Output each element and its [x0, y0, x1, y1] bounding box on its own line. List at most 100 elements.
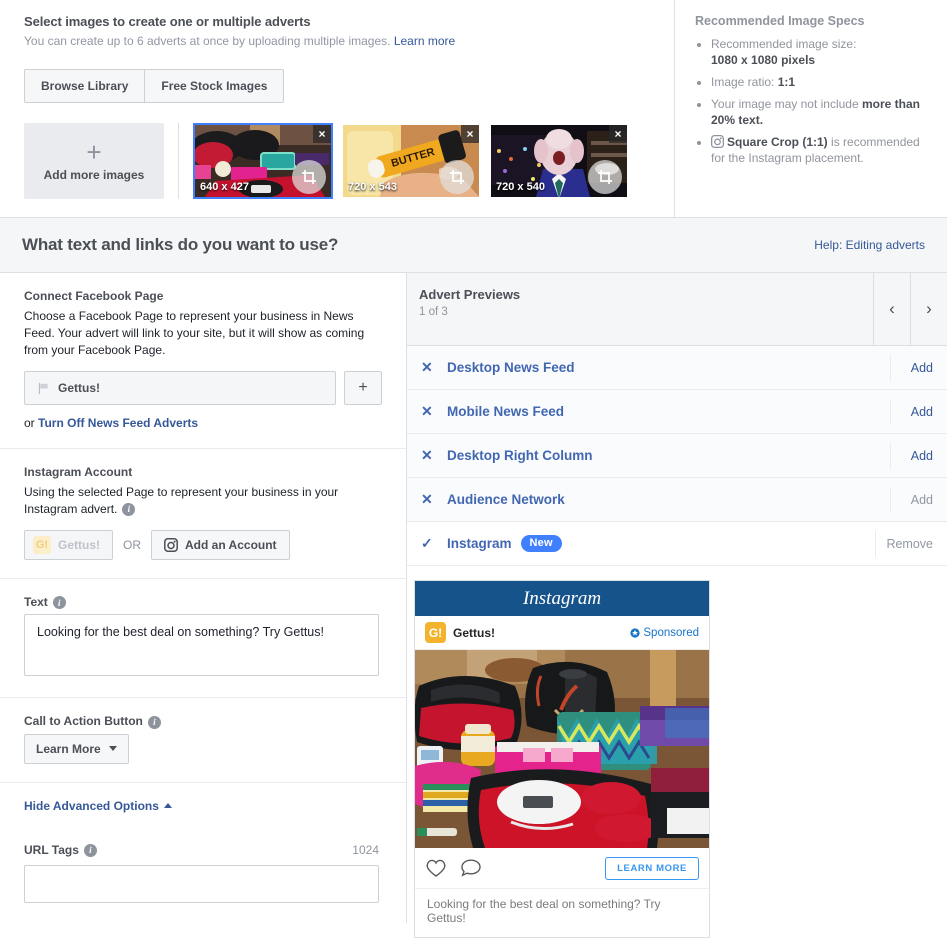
- instagram-icon: [711, 135, 724, 148]
- instagram-account-row: G! Gettus! OR Add an Account: [24, 530, 382, 560]
- placement-remove-button[interactable]: Remove: [875, 530, 947, 557]
- instagram-account-name: Gettus!: [453, 625, 495, 640]
- cross-icon: ✕: [421, 447, 433, 463]
- url-tags-label-row: URL Tags i: [24, 843, 97, 857]
- crop-icon[interactable]: [292, 160, 326, 194]
- advert-previews-title: Advert Previews: [419, 287, 521, 302]
- facebook-page-select[interactable]: Gettus!: [24, 371, 336, 405]
- sponsored-icon: [630, 627, 640, 638]
- advert-text-input[interactable]: [24, 614, 379, 677]
- placement-row-desktop-right-column[interactable]: ✕ Desktop Right Column Add: [407, 434, 947, 478]
- crop-icon[interactable]: [588, 160, 622, 194]
- advanced-options-block: Hide Advanced Options URL Tags i 1024: [0, 783, 406, 921]
- cta-label-row: Call to Action Button i: [24, 714, 382, 729]
- call-to-action-dropdown[interactable]: Learn More: [24, 733, 129, 764]
- advert-photo: [415, 650, 709, 848]
- learn-more-link[interactable]: Learn more: [394, 34, 455, 48]
- placement-label: Desktop Right Column: [447, 448, 593, 463]
- url-tags-input[interactable]: [24, 864, 379, 903]
- placement-add-button[interactable]: Add: [890, 486, 947, 513]
- spec-ratio-text: Image ratio:: [711, 75, 778, 89]
- thumbnail-dimensions: 720 x 543: [348, 181, 397, 193]
- instagram-glyph: [711, 135, 724, 148]
- page-title: Select images to create one or multiple …: [24, 14, 311, 29]
- placement-add-button[interactable]: Add: [890, 354, 947, 381]
- placement-add-button[interactable]: Add: [890, 398, 947, 425]
- instagram-card-user-row: G! Gettus! Sponsored: [415, 616, 709, 650]
- content-split: Connect Facebook Page Choose a Facebook …: [0, 273, 947, 938]
- instagram-account-description: Using the selected Page to represent you…: [24, 484, 382, 518]
- previous-preview-button[interactable]: ‹: [873, 273, 910, 345]
- thumbnail-item[interactable]: × 720 x 540: [489, 123, 629, 199]
- info-icon[interactable]: i: [147, 715, 161, 729]
- add-more-images-button[interactable]: + Add more images: [24, 123, 164, 199]
- facebook-page-row: Gettus! +: [24, 371, 382, 405]
- ad-creation-page: Select images to create one or multiple …: [0, 0, 947, 938]
- advert-previews-title-group: Advert Previews 1 of 3: [407, 273, 873, 345]
- instagram-learn-more-button[interactable]: LEARN MORE: [605, 856, 699, 880]
- thumbnail-item[interactable]: × 640 x 427: [193, 123, 333, 199]
- placement-add-button[interactable]: Add: [890, 442, 947, 469]
- add-an-account-label: Add an Account: [185, 538, 277, 552]
- instagram-card-header: Instagram: [415, 581, 709, 616]
- instagram-icon: [164, 538, 178, 552]
- connect-facebook-page-block: Connect Facebook Page Choose a Facebook …: [0, 273, 406, 449]
- instagram-chip-label: Gettus!: [58, 538, 100, 552]
- cross-icon: ✕: [421, 491, 433, 507]
- specs-title: Recommended Image Specs: [695, 14, 865, 28]
- page-subtitle-text: You can create up to 6 adverts at once b…: [24, 34, 391, 48]
- spec-size-value: 1080 x 1080 pixels: [711, 53, 816, 67]
- placement-label: Instagram: [447, 536, 512, 551]
- remove-image-icon[interactable]: ×: [313, 125, 331, 143]
- page-subtitle: You can create up to 6 adverts at once b…: [24, 33, 650, 49]
- placement-label: Audience Network: [447, 492, 565, 507]
- add-page-button[interactable]: +: [344, 371, 382, 405]
- spec-item-text-limit: Your image may not include more than 20%…: [711, 96, 931, 128]
- remove-image-icon[interactable]: ×: [461, 125, 479, 143]
- spec-item-ratio: Image ratio: 1:1: [711, 74, 931, 90]
- instagram-account-block: Instagram Account Using the selected Pag…: [0, 449, 406, 579]
- turn-off-row: or Turn Off News Feed Adverts: [24, 416, 382, 430]
- crop-icon[interactable]: [440, 160, 474, 194]
- sponsored-glyph: [630, 627, 640, 638]
- placement-row-mobile-news-feed[interactable]: ✕ Mobile News Feed Add: [407, 390, 947, 434]
- thumbnail-dimensions: 640 x 427: [200, 181, 249, 193]
- placement-row-instagram[interactable]: ✓ Instagram New Remove: [407, 522, 947, 566]
- info-icon[interactable]: i: [52, 596, 66, 610]
- remove-image-icon[interactable]: ×: [609, 125, 627, 143]
- sponsored-label-group: Sponsored: [630, 627, 699, 639]
- flag-glyph: [38, 382, 48, 394]
- placement-label: Mobile News Feed: [447, 404, 565, 419]
- instagram-account-chip[interactable]: G! Gettus!: [24, 530, 113, 560]
- placement-row-audience-network[interactable]: ✕ Audience Network Add: [407, 478, 947, 522]
- spec-textlimit-text: Your image may not include: [711, 97, 862, 111]
- thumbnail-item[interactable]: BUTTER × 720 x 543: [341, 123, 481, 199]
- spec-ratio-value: 1:1: [777, 75, 796, 89]
- add-an-account-button[interactable]: Add an Account: [151, 530, 290, 560]
- image-select-left: Select images to create one or multiple …: [0, 0, 675, 217]
- comment-icon[interactable]: [460, 858, 482, 878]
- info-icon[interactable]: i: [122, 503, 136, 517]
- placement-label-group: Instagram New: [447, 535, 875, 552]
- browse-library-button[interactable]: Browse Library: [24, 69, 146, 103]
- help-editing-adverts-link[interactable]: Help: Editing adverts: [814, 238, 925, 252]
- turn-off-news-feed-adverts-link[interactable]: Turn Off News Feed Adverts: [38, 416, 198, 430]
- text-label: Text: [24, 595, 48, 609]
- info-icon[interactable]: i: [83, 843, 97, 857]
- instagram-card-actions: LEARN MORE: [415, 848, 709, 888]
- url-tags-char-count: 1024: [352, 842, 379, 857]
- facebook-page-label: Connect Facebook Page: [24, 289, 164, 303]
- advanced-toggle-label: Hide Advanced Options: [24, 798, 159, 813]
- advert-previews-header: Advert Previews 1 of 3 ‹ ›: [407, 273, 947, 346]
- crop-glyph: [450, 170, 464, 184]
- new-badge: New: [520, 535, 562, 552]
- like-icon[interactable]: [425, 858, 447, 878]
- preview-column: Advert Previews 1 of 3 ‹ › ✕ Desktop New…: [407, 273, 947, 938]
- gettus-logo-icon: G!: [425, 622, 446, 643]
- placement-label: Desktop News Feed: [447, 360, 575, 375]
- placement-row-desktop-news-feed[interactable]: ✕ Desktop News Feed Add: [407, 346, 947, 390]
- free-stock-images-button[interactable]: Free Stock Images: [145, 69, 285, 103]
- next-preview-button[interactable]: ›: [910, 273, 947, 345]
- hide-advanced-options-toggle[interactable]: Hide Advanced Options: [24, 799, 172, 813]
- text-links-section-header: What text and links do you want to use? …: [0, 218, 947, 273]
